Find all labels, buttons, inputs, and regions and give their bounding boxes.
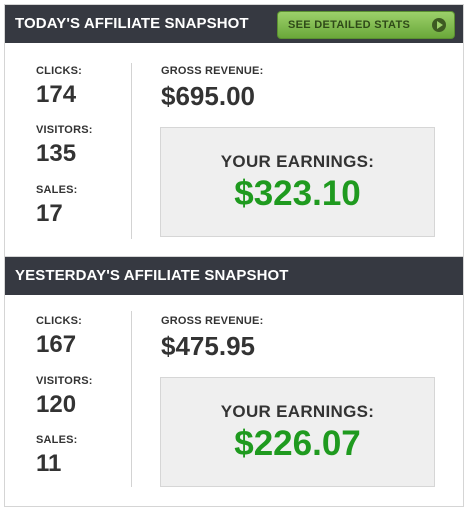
gross-revenue-label: GROSS REVENUE: (161, 315, 264, 327)
sales-label: SALES: (36, 434, 78, 446)
visitors-value: 120 (36, 391, 77, 418)
yesterday-header: YESTERDAY'S AFFILIATE SNAPSHOT (5, 257, 463, 295)
column-divider (131, 311, 132, 487)
column-divider (131, 63, 132, 239)
gross-revenue-value: $475.95 (161, 331, 255, 361)
yesterday-title: YESTERDAY'S AFFILIATE SNAPSHOT (15, 267, 289, 284)
earnings-box: YOUR EARNINGS: $226.07 (160, 377, 435, 487)
gross-revenue-value: $695.00 (161, 81, 255, 111)
yesterday-snapshot-panel: YESTERDAY'S AFFILIATE SNAPSHOT CLICKS: 1… (4, 257, 464, 507)
visitors-label: VISITORS: (36, 124, 93, 136)
clicks-value: 174 (36, 81, 77, 108)
earnings-value: $323.10 (234, 174, 361, 213)
clicks-value: 167 (36, 331, 77, 358)
clicks-label: CLICKS: (36, 65, 83, 77)
visitors-value: 135 (36, 140, 77, 167)
sales-label: SALES: (36, 184, 78, 196)
play-circle-icon (432, 18, 446, 32)
today-title: TODAY'S AFFILIATE SNAPSHOT (15, 15, 249, 32)
earnings-value: $226.07 (234, 424, 361, 463)
today-header: TODAY'S AFFILIATE SNAPSHOT SEE DETAILED … (5, 5, 463, 43)
visitors-label: VISITORS: (36, 375, 93, 387)
earnings-box: YOUR EARNINGS: $323.10 (160, 127, 435, 237)
today-snapshot-panel: TODAY'S AFFILIATE SNAPSHOT SEE DETAILED … (4, 4, 464, 257)
see-detailed-stats-button[interactable]: SEE DETAILED STATS (277, 11, 455, 39)
sales-value: 17 (36, 200, 63, 227)
gross-revenue-label: GROSS REVENUE: (161, 65, 264, 77)
see-detailed-stats-label: SEE DETAILED STATS (288, 19, 411, 31)
clicks-label: CLICKS: (36, 315, 83, 327)
earnings-label: YOUR EARNINGS: (220, 152, 375, 171)
earnings-label: YOUR EARNINGS: (220, 402, 375, 421)
sales-value: 11 (36, 450, 62, 477)
